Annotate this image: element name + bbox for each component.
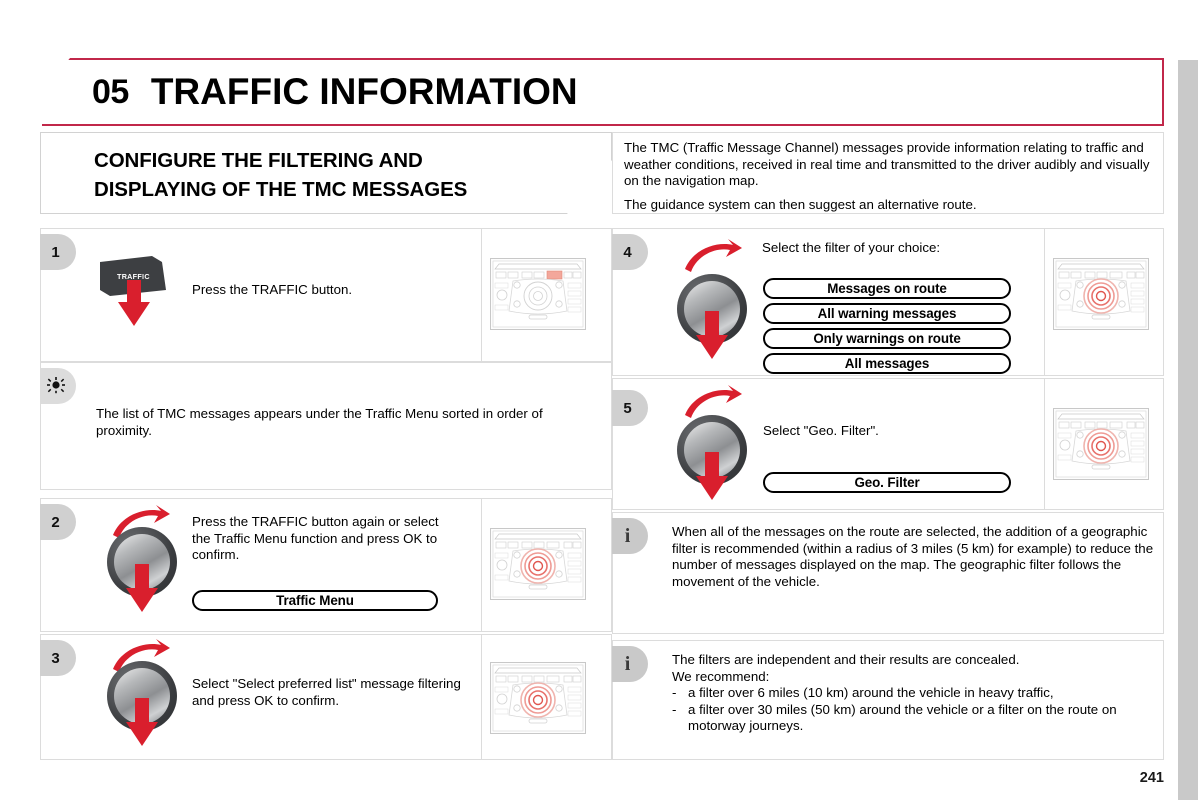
tip-badge <box>40 368 76 404</box>
step-4-divider <box>1044 229 1045 375</box>
info-2-line-1: The filters are independent and their re… <box>672 652 1020 667</box>
knob-up-icon <box>140 683 146 687</box>
step-5-badge: 5 <box>612 390 648 426</box>
step-3-instruction: Select "Select preferred list" message f… <box>192 676 461 708</box>
press-down-arrow-icon <box>126 698 158 746</box>
info-2-line-2: We recommend: <box>672 668 770 684</box>
section-heading-line2: DISPLAYING OF THE TMC MESSAGES <box>94 178 468 201</box>
info-2-text: The filters are independent and their re… <box>672 652 1154 735</box>
bullet-text: a filter over 6 miles (10 km) around the… <box>688 685 1054 701</box>
filter-option-all-warning-messages[interactable]: All warning messages <box>763 303 1011 324</box>
dashboard-thumbnail-1 <box>490 258 586 330</box>
section-heading: CONFIGURE THE FILTERING AND DISPLAYING O… <box>94 146 564 204</box>
info-2-bullet-2: - a filter over 30 miles (50 km) around … <box>672 702 1154 735</box>
filter-option-messages-on-route[interactable]: Messages on route <box>763 278 1011 299</box>
intro-text: The TMC (Traffic Message Channel) messag… <box>624 140 1154 213</box>
tip-text: The list of TMC messages appears under t… <box>96 406 596 439</box>
step-1-divider <box>481 229 482 361</box>
info-2-badge: i <box>612 646 648 682</box>
info-icon: i <box>624 525 631 547</box>
intro-paragraph-2: The guidance system can then suggest an … <box>624 196 977 212</box>
step-2-instruction: Press the TRAFFIC button again or select… <box>192 514 439 563</box>
step-4-instruction: Select the filter of your choice: <box>762 240 941 255</box>
info-1-badge: i <box>612 518 648 554</box>
geo-filter-pill[interactable]: Geo. Filter <box>763 472 1011 493</box>
step-5-instruction: Select "Geo. Filter". <box>763 423 879 438</box>
chapter-number: 05 <box>92 72 129 111</box>
filter-option-only-warnings-on-route[interactable]: Only warnings on route <box>763 328 1011 349</box>
traffic-menu-pill[interactable]: Traffic Menu <box>192 590 438 611</box>
press-down-arrow-icon <box>126 564 158 612</box>
step-1-text: Press the TRAFFIC button. <box>192 282 462 299</box>
step-5-text: Select "Geo. Filter". <box>763 423 1013 440</box>
dashboard-thumbnail-5 <box>1053 408 1149 480</box>
press-down-arrow-icon <box>696 452 728 500</box>
rotate-right-arrow-icon <box>685 239 742 272</box>
step-2-badge: 2 <box>40 504 76 540</box>
section-heading-line1: CONFIGURE THE FILTERING AND <box>94 149 423 172</box>
step-3-badge: 3 <box>40 640 76 676</box>
bullet-text: a filter over 30 miles (50 km) around th… <box>688 701 1117 734</box>
knob-up-icon <box>710 437 716 441</box>
bullet-marker: - <box>672 701 677 717</box>
chapter-banner-content: 05 TRAFFIC INFORMATION <box>42 58 1164 126</box>
intro-paragraph-1: The TMC (Traffic Message Channel) messag… <box>624 140 1150 189</box>
manual-page: 05 TRAFFIC INFORMATION CONFIGURE THE FIL… <box>0 0 1200 800</box>
step-3-divider <box>481 635 482 759</box>
step-1-badge: 1 <box>40 234 76 270</box>
info-1-message: When all of the messages on the route ar… <box>672 524 1154 589</box>
press-down-arrow-icon <box>696 311 728 359</box>
knob-up-icon <box>710 296 716 300</box>
dashboard-thumbnail-2 <box>490 528 586 600</box>
chapter-title: TRAFFIC INFORMATION <box>150 71 578 112</box>
step-4-text: Select the filter of your choice: <box>762 240 1022 257</box>
step-2-divider <box>481 499 482 631</box>
lightbulb-icon <box>46 376 66 396</box>
bullet-marker: - <box>672 685 677 701</box>
dashboard-thumbnail-4 <box>1053 258 1149 330</box>
step-3-text: Select "Select preferred list" message f… <box>192 676 464 709</box>
page-number: 241 <box>1139 770 1164 786</box>
info-1-text: When all of the messages on the route ar… <box>672 524 1154 590</box>
down-arrow-icon <box>118 280 150 326</box>
tip-message: The list of TMC messages appears under t… <box>96 406 543 438</box>
filter-option-all-messages[interactable]: All messages <box>763 353 1011 374</box>
dashboard-thumbnail-3 <box>490 662 586 734</box>
info-icon: i <box>624 653 631 675</box>
knob-up-icon <box>140 549 146 553</box>
step-1-instruction: Press the TRAFFIC button. <box>192 282 353 297</box>
info-2-bullet-1: - a filter over 6 miles (10 km) around t… <box>672 685 1154 702</box>
step-4-badge: 4 <box>612 234 648 270</box>
step-2-text: Press the TRAFFIC button again or select… <box>192 514 454 564</box>
page-edge-strip <box>1178 60 1198 800</box>
step-5-divider <box>1044 379 1045 509</box>
